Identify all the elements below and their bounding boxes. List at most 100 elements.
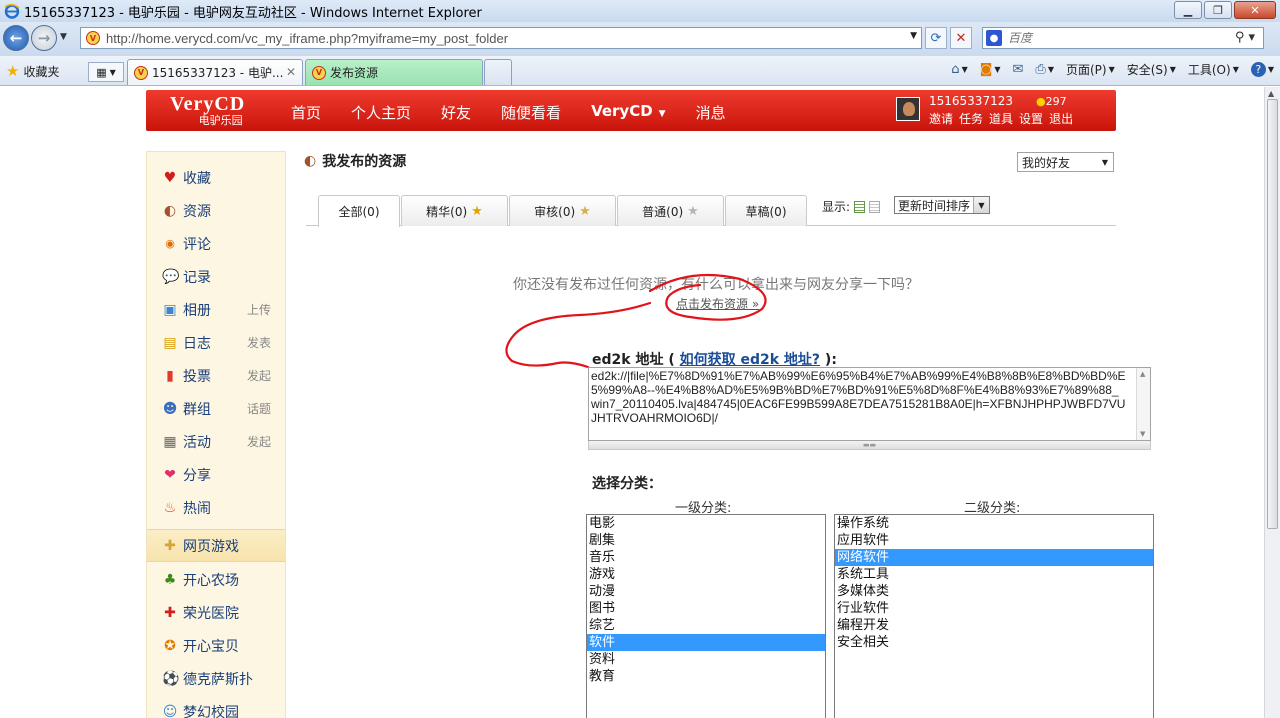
- tab-normal[interactable]: 普通(0) ★: [617, 195, 724, 226]
- level2-category-list[interactable]: 操作系统 应用软件 网络软件 系统工具 多媒体类 行业软件 编程开发 安全相关: [834, 514, 1154, 718]
- category-option[interactable]: 剧集: [587, 532, 825, 549]
- quick-tabs-button[interactable]: ▦ ▼: [88, 62, 124, 82]
- category-option[interactable]: 软件: [587, 634, 825, 651]
- textarea-resize-handle[interactable]: ▬▬: [588, 441, 1151, 450]
- category-option[interactable]: 动漫: [587, 583, 825, 600]
- category-option[interactable]: 多媒体类: [835, 583, 1153, 600]
- sidebar-sub-link[interactable]: 话题: [247, 400, 271, 417]
- stop-button[interactable]: ✕: [950, 27, 972, 49]
- mail-button[interactable]: ✉: [1013, 62, 1024, 77]
- tasks-link[interactable]: 任务: [959, 110, 983, 127]
- ed2k-textarea[interactable]: ed2k://|file|%E7%8D%91%E7%AB%99%E6%95%B4…: [588, 367, 1151, 441]
- sidebar-item-album[interactable]: ▣ 相册 上传: [147, 293, 285, 326]
- sort-select[interactable]: 更新时间排序 ▼: [894, 196, 990, 214]
- category-option[interactable]: 安全相关: [835, 634, 1153, 651]
- feeds-button[interactable]: ◙ ▼: [980, 62, 1001, 77]
- sidebar-section-label: 网页游戏: [183, 538, 239, 555]
- category-option[interactable]: 资料: [587, 651, 825, 668]
- refresh-button[interactable]: ⟳: [925, 27, 947, 49]
- category-option[interactable]: 应用软件: [835, 532, 1153, 549]
- nav-verycd[interactable]: VeryCD ▼: [591, 102, 666, 123]
- category-option[interactable]: 系统工具: [835, 566, 1153, 583]
- level1-category-list[interactable]: 电影 剧集 音乐 游戏 动漫 图书 综艺 软件 资料 教育: [586, 514, 826, 718]
- forward-button[interactable]: →: [31, 25, 57, 51]
- username[interactable]: 15165337123: [929, 94, 1013, 108]
- sidebar-item-resources[interactable]: ◐ 资源: [147, 194, 285, 227]
- category-option[interactable]: 操作系统: [835, 515, 1153, 532]
- tab-all[interactable]: 全部(0): [318, 195, 400, 227]
- category-option[interactable]: 音乐: [587, 549, 825, 566]
- tools-menu[interactable]: 工具(O) ▼: [1188, 61, 1239, 78]
- category-option[interactable]: 综艺: [587, 617, 825, 634]
- category-option[interactable]: 电影: [587, 515, 825, 532]
- verycd-logo[interactable]: VeryCD 电驴乐园: [170, 94, 245, 127]
- close-window-button[interactable]: ✕: [1234, 1, 1276, 19]
- nav-browse[interactable]: 随便看看: [501, 102, 561, 123]
- avatar[interactable]: [896, 97, 920, 121]
- browser-tab-profile[interactable]: V 15165337123 - 电驴... ✕: [127, 59, 303, 85]
- sidebar-item-vote[interactable]: ▮ 投票 发起: [147, 359, 285, 392]
- scrollbar-thumb[interactable]: [1267, 99, 1278, 529]
- category-option[interactable]: 网络软件: [835, 549, 1153, 566]
- safety-menu[interactable]: 安全(S) ▼: [1127, 61, 1176, 78]
- nav-messages[interactable]: 消息: [696, 102, 726, 123]
- help-button[interactable]: ? ▼: [1250, 62, 1274, 77]
- close-tab-icon[interactable]: ✕: [286, 65, 296, 79]
- sidebar-item-share[interactable]: ❤ 分享: [147, 458, 285, 491]
- nav-profile[interactable]: 个人主页: [351, 102, 411, 123]
- minimize-button[interactable]: ▁: [1174, 1, 1202, 19]
- sidebar-sub-link[interactable]: 上传: [247, 301, 271, 318]
- search-icon[interactable]: ⚲ ▾: [1235, 30, 1255, 45]
- friend-select[interactable]: 我的好友 ▼: [1017, 152, 1114, 172]
- back-button[interactable]: ←: [3, 25, 29, 51]
- sidebar-sub-link[interactable]: 发表: [247, 334, 271, 351]
- logout-link[interactable]: 退出: [1049, 110, 1073, 127]
- url-input[interactable]: [106, 30, 886, 46]
- sidebar-game-hospital[interactable]: ✚ 荣光医院: [147, 596, 285, 629]
- sidebar-item-groups[interactable]: ☻ 群组 话题: [147, 392, 285, 425]
- recent-pages-dropdown[interactable]: ▼: [60, 32, 67, 42]
- ed2k-scrollbar[interactable]: ▲ ▼: [1136, 368, 1150, 440]
- items-link[interactable]: 道具: [989, 110, 1013, 127]
- list-view-icon[interactable]: [854, 200, 866, 213]
- maximize-button[interactable]: ❐: [1204, 1, 1232, 19]
- sidebar-item-hot[interactable]: ♨ 热闹: [147, 491, 285, 524]
- tab-featured[interactable]: 精华(0) ★: [401, 195, 508, 226]
- category-option[interactable]: 图书: [587, 600, 825, 617]
- category-option[interactable]: 行业软件: [835, 600, 1153, 617]
- category-option[interactable]: 游戏: [587, 566, 825, 583]
- sidebar-item-comments[interactable]: ◉ 评论: [147, 227, 285, 260]
- category-option[interactable]: 教育: [587, 668, 825, 685]
- invite-link[interactable]: 邀请: [929, 110, 953, 127]
- search-box[interactable]: ● ⚲ ▾: [982, 27, 1264, 49]
- address-box[interactable]: V ▼: [80, 27, 922, 49]
- settings-link[interactable]: 设置: [1019, 110, 1043, 127]
- detail-view-icon[interactable]: [869, 200, 881, 213]
- new-tab-button[interactable]: [484, 59, 512, 85]
- tab-review[interactable]: 审核(0) ★: [509, 195, 616, 226]
- sidebar-game-baby[interactable]: ✪ 开心宝贝: [147, 629, 285, 662]
- tab-drafts[interactable]: 草稿(0): [725, 195, 807, 226]
- sidebar-game-farm[interactable]: ♣ 开心农场: [147, 563, 285, 596]
- search-input[interactable]: [1008, 31, 1228, 45]
- sidebar-sub-link[interactable]: 发起: [247, 367, 271, 384]
- sidebar-item-favorites[interactable]: ♥ 收藏: [147, 161, 285, 194]
- favorites-button[interactable]: ★ 收藏夹: [6, 62, 59, 80]
- sidebar-item-records[interactable]: 💬 记录: [147, 260, 285, 293]
- ed2k-help-link[interactable]: 如何获取 ed2k 地址?: [680, 352, 820, 368]
- nav-friends[interactable]: 好友: [441, 102, 471, 123]
- print-button[interactable]: ⎙ ▼: [1035, 62, 1054, 77]
- browser-tab-publish[interactable]: V 发布资源: [305, 59, 483, 85]
- nav-home[interactable]: 首页: [291, 102, 321, 123]
- sidebar-game-poker[interactable]: ⚽ 德克萨斯扑: [147, 662, 285, 695]
- page-scrollbar[interactable]: ▲: [1264, 87, 1280, 718]
- sidebar-item-events[interactable]: ▦ 活动 发起: [147, 425, 285, 458]
- sidebar-section-title[interactable]: ✚ 网页游戏: [147, 529, 285, 562]
- sidebar-game-school[interactable]: ☺ 梦幻校园: [147, 695, 285, 718]
- sidebar-sub-link[interactable]: 发起: [247, 433, 271, 450]
- sidebar-item-diary[interactable]: ▤ 日志 发表: [147, 326, 285, 359]
- url-history-dropdown[interactable]: ▼: [910, 31, 917, 41]
- page-menu[interactable]: 页面(P) ▼: [1066, 61, 1115, 78]
- home-button[interactable]: ⌂ ▼: [951, 62, 967, 77]
- category-option[interactable]: 编程开发: [835, 617, 1153, 634]
